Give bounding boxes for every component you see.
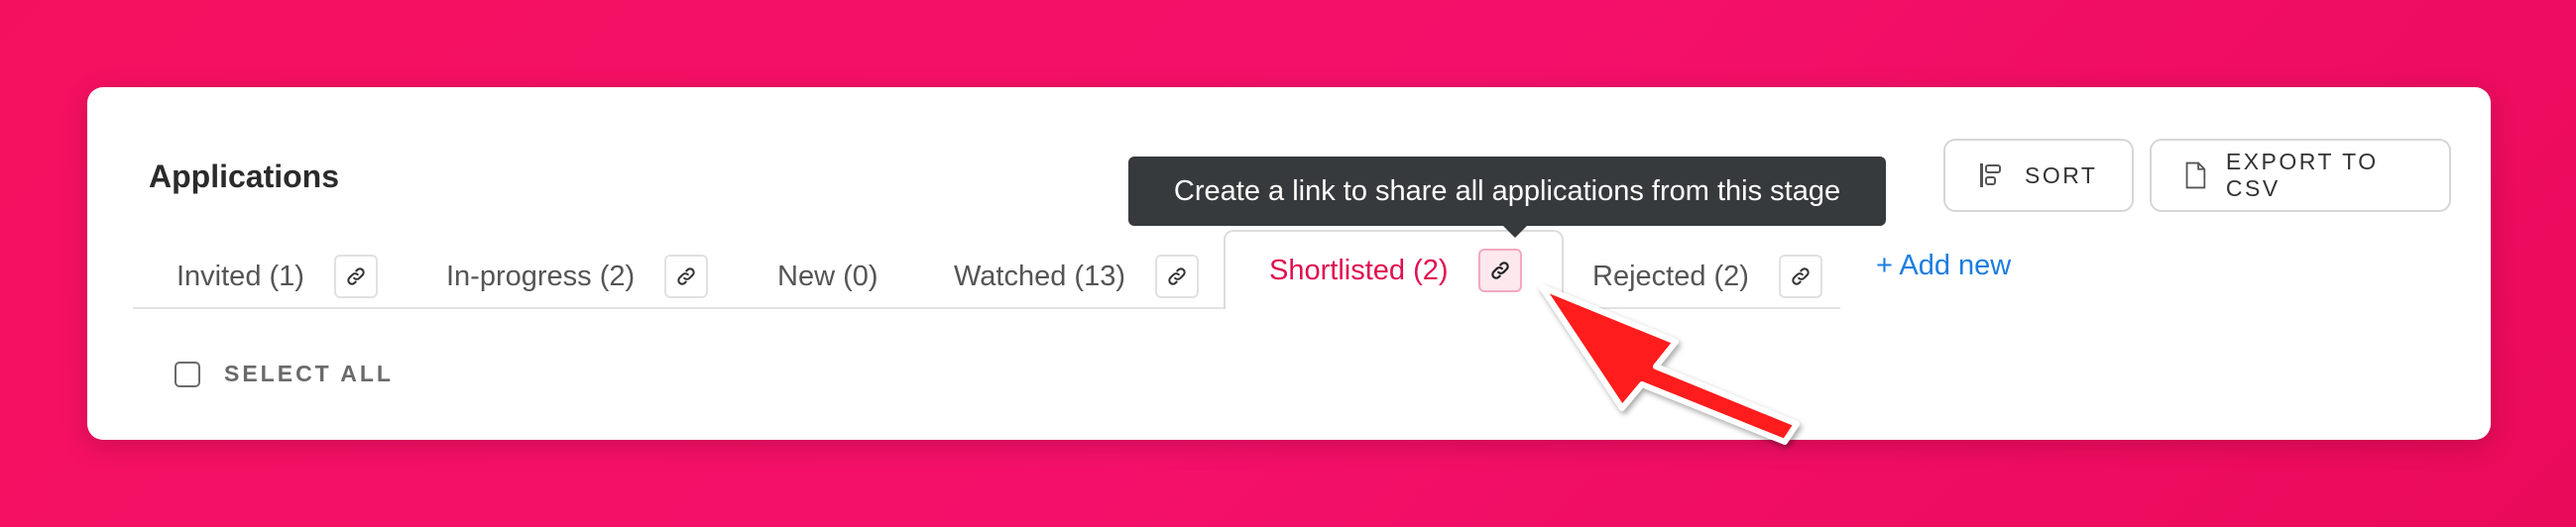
select-all-label: SELECT ALL [224,361,394,386]
share-link-button[interactable] [664,255,709,298]
share-link-button[interactable] [333,255,378,298]
share-link-button[interactable] [1778,255,1822,298]
sort-icon [1980,163,2001,187]
share-link-button[interactable] [1477,249,1522,292]
tab-rejected[interactable]: Rejected (2) [1592,246,1822,307]
sort-button-label: SORT [2025,161,2098,188]
tab-label: New (0) [777,260,878,292]
link-icon [677,267,695,285]
tab-shortlisted[interactable]: Shortlisted (2) [1224,230,1564,309]
link-icon [1490,262,1509,279]
export-csv-button[interactable]: EXPORT TO CSV [2150,139,2451,212]
tab-label: Shortlisted (2) [1269,254,1449,286]
link-icon [1168,267,1186,285]
share-link-button[interactable] [1155,255,1199,298]
tab-in-progress[interactable]: In-progress (2) [446,246,709,307]
panel-title: Applications [149,158,340,194]
tab-new[interactable]: New (0) [777,246,878,307]
tab-label: Watched (13) [954,260,1125,292]
tab-label: In-progress (2) [446,260,636,292]
csv-file-icon [2185,161,2206,189]
sort-button[interactable]: SORT [1943,139,2134,212]
select-all-control[interactable]: SELECT ALL [175,361,394,387]
tab-watched[interactable]: Watched (13) [954,246,1199,307]
applications-panel: Applications SORT EXPORT TO CSV Create a… [87,87,2491,440]
tab-invited[interactable]: Invited (1) [176,246,378,307]
export-button-label: EXPORT TO CSV [2225,149,2379,201]
tab-label: Invited (1) [176,260,304,292]
share-link-tooltip: Create a link to share all applications … [1128,157,1886,238]
link-icon [1792,267,1810,285]
tab-label: Rejected (2) [1592,260,1749,292]
select-all-checkbox[interactable] [175,361,200,387]
add-new-stage-link[interactable]: + Add new [1876,250,2011,282]
link-icon [347,267,365,285]
tabs-divider [133,307,1840,309]
